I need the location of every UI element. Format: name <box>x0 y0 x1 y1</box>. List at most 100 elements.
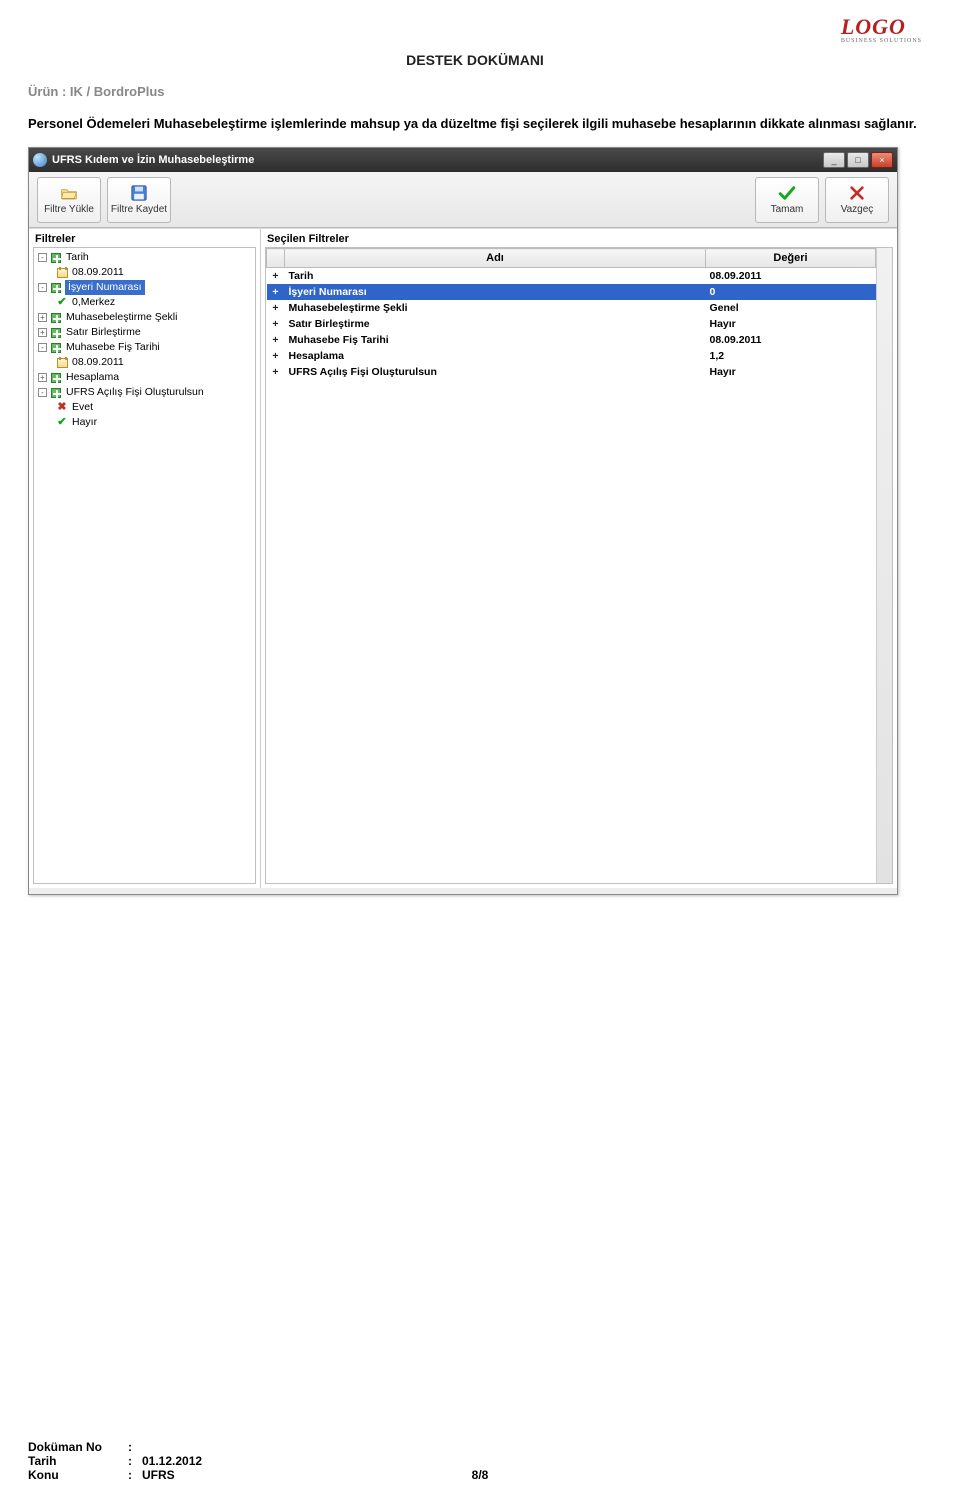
window-title: UFRS Kıdem ve İzin Muhasebeleştirme <box>52 154 821 166</box>
app-window: UFRS Kıdem ve İzin Muhasebeleştirme _ □ … <box>28 147 898 895</box>
toggle-icon[interactable]: + <box>38 328 47 337</box>
footer-konu-v: UFRS <box>142 1468 175 1482</box>
titlebar[interactable]: UFRS Kıdem ve İzin Muhasebeleştirme _ □ … <box>29 148 897 172</box>
table-row[interactable]: +Satır BirleştirmeHayır <box>267 316 876 332</box>
add-icon <box>50 387 62 399</box>
row-expand-icon[interactable]: + <box>267 284 285 300</box>
tree-node-ufrs-evet[interactable]: ✖ Evet <box>54 400 253 415</box>
grid-header-name[interactable]: Adı <box>285 249 706 268</box>
tree-label: Muhasebeleştirme Şekli <box>65 310 178 325</box>
folder-open-icon <box>59 184 79 202</box>
tree-node-isyeri-value[interactable]: ✔ 0,Merkez <box>54 295 253 310</box>
toggle-icon[interactable]: - <box>38 343 47 352</box>
tree-node-ufrs-acilis[interactable]: - UFRS Açılış Fişi Oluşturulsun <box>36 385 253 400</box>
row-value: 1,2 <box>706 348 876 364</box>
filter-load-button[interactable]: Filtre Yükle <box>37 177 101 223</box>
cross-small-icon: ✖ <box>56 402 68 414</box>
minimize-icon: _ <box>831 156 836 165</box>
tree-node-ufrs-hayir[interactable]: ✔ Hayır <box>54 415 253 430</box>
table-row[interactable]: +Muhasebeleştirme ŞekliGenel <box>267 300 876 316</box>
tree-node-isyeri[interactable]: - İşyeri Numarası <box>36 280 253 295</box>
filter-tree[interactable]: - Tarih 08.09.2011 - <box>33 247 256 884</box>
add-icon <box>50 372 62 384</box>
grid-header-value[interactable]: Değeri <box>706 249 876 268</box>
product-label: Ürün <box>28 84 58 99</box>
add-icon <box>50 327 62 339</box>
selected-filters-title: Seçilen Filtreler <box>261 229 897 247</box>
table-row[interactable]: +UFRS Açılış Fişi OluşturulsunHayır <box>267 364 876 380</box>
brand-logo-sub: BUSINESS SOLUTIONS <box>841 38 922 44</box>
row-name: Tarih <box>285 268 706 284</box>
tree-label: Hayır <box>71 415 98 430</box>
toggle-icon[interactable]: + <box>38 373 47 382</box>
row-expand-icon[interactable]: + <box>267 332 285 348</box>
tree-node-fis-tarihi-value[interactable]: 08.09.2011 <box>54 355 253 370</box>
row-expand-icon[interactable]: + <box>267 316 285 332</box>
tree-label: İşyeri Numarası <box>65 280 145 295</box>
close-icon: × <box>879 156 884 165</box>
app-icon <box>33 153 47 167</box>
tree-label: Muhasebe Fiş Tarihi <box>65 340 161 355</box>
check-small-icon: ✔ <box>56 417 68 429</box>
tree-label: Hesaplama <box>65 370 120 385</box>
selected-filters-grid[interactable]: Adı Değeri +Tarih08.09.2011+İşyeri Numar… <box>265 247 893 884</box>
product-sep: : <box>62 84 70 99</box>
row-name: Muhasebeleştirme Şekli <box>285 300 706 316</box>
maximize-button[interactable]: □ <box>847 152 869 168</box>
brand-logo: LOGO BUSINESS SOLUTIONS <box>841 16 922 44</box>
row-expand-icon[interactable]: + <box>267 268 285 284</box>
document-header: DESTEK DOKÜMANI <box>28 52 922 68</box>
maximize-icon: □ <box>855 156 860 165</box>
content-area: Filtreler - Tarih 08.09.2011 <box>29 228 897 888</box>
page-number: 8/8 <box>472 1468 489 1482</box>
table-row[interactable]: +Hesaplama1,2 <box>267 348 876 364</box>
row-expand-icon[interactable]: + <box>267 300 285 316</box>
add-icon <box>50 312 62 324</box>
row-name: İşyeri Numarası <box>285 284 706 300</box>
row-expand-icon[interactable]: + <box>267 348 285 364</box>
grid-body: +Tarih08.09.2011+İşyeri Numarası0+Muhase… <box>267 268 876 380</box>
filter-save-button[interactable]: Filtre Kaydet <box>107 177 171 223</box>
tree-node-hesaplama[interactable]: + Hesaplama <box>36 370 253 385</box>
tree-node-satir-birlestirme[interactable]: + Satır Birleştirme <box>36 325 253 340</box>
footer-konu-k: Konu <box>28 1468 128 1482</box>
row-expand-icon[interactable]: + <box>267 364 285 380</box>
vertical-scrollbar[interactable] <box>876 248 892 883</box>
tree-label: Satır Birleştirme <box>65 325 142 340</box>
brand-logo-text: LOGO <box>841 14 906 39</box>
save-icon <box>129 184 149 202</box>
status-strip <box>29 888 897 894</box>
table-row[interactable]: +İşyeri Numarası0 <box>267 284 876 300</box>
footer-dokno-k: Doküman No <box>28 1440 128 1454</box>
calendar-icon <box>56 357 68 369</box>
table-row[interactable]: +Muhasebe Fiş Tarihi08.09.2011 <box>267 332 876 348</box>
filter-load-label: Filtre Yükle <box>44 204 94 215</box>
footer-meta: Doküman No: Tarih:01.12.2012 Konu:UFRS <box>28 1440 202 1482</box>
product-line: Ürün : IK / BordroPlus <box>28 84 922 99</box>
ok-button[interactable]: Tamam <box>755 177 819 223</box>
footer-tarih-v: 01.12.2012 <box>142 1454 202 1468</box>
check-icon <box>777 184 797 202</box>
cancel-button[interactable]: Vazgeç <box>825 177 889 223</box>
calendar-icon <box>56 267 68 279</box>
add-icon <box>50 282 62 294</box>
product-value: IK / BordroPlus <box>70 84 165 99</box>
toggle-icon[interactable]: + <box>38 313 47 322</box>
tree-node-fis-tarihi[interactable]: - Muhasebe Fiş Tarihi <box>36 340 253 355</box>
minimize-button[interactable]: _ <box>823 152 845 168</box>
toggle-icon[interactable]: - <box>38 388 47 397</box>
row-value: Genel <box>706 300 876 316</box>
toggle-icon[interactable]: - <box>38 283 47 292</box>
table-row[interactable]: +Tarih08.09.2011 <box>267 268 876 284</box>
row-name: Muhasebe Fiş Tarihi <box>285 332 706 348</box>
tree-node-muh-sekli[interactable]: + Muhasebeleştirme Şekli <box>36 310 253 325</box>
filters-pane-title: Filtreler <box>29 229 260 247</box>
tree-node-tarih[interactable]: - Tarih <box>36 250 253 265</box>
selected-filters-pane: Seçilen Filtreler Adı Değeri <box>261 229 897 888</box>
check-small-icon: ✔ <box>56 297 68 309</box>
grid-header-expand[interactable] <box>267 249 285 268</box>
tree-node-tarih-value[interactable]: 08.09.2011 <box>54 265 253 280</box>
toggle-icon[interactable]: - <box>38 253 47 262</box>
tree-label: 0,Merkez <box>71 295 116 310</box>
close-button[interactable]: × <box>871 152 893 168</box>
